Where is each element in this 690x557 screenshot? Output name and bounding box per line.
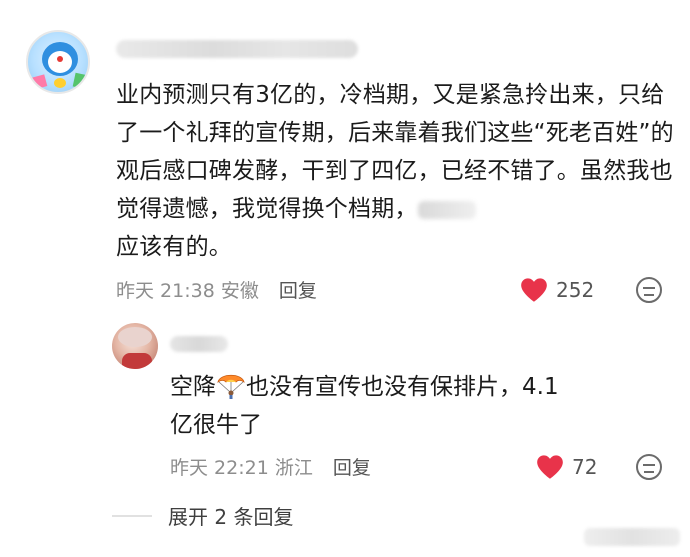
redacted-text bbox=[417, 200, 476, 219]
watermark-blurred bbox=[584, 528, 680, 546]
neutral-face-icon[interactable] bbox=[636, 277, 662, 303]
reply-username-blurred[interactable] bbox=[170, 336, 228, 352]
reply-text: 空降 也没有宣传也没有保排片，4.1亿很牛了 bbox=[170, 368, 580, 444]
like-count: 252 bbox=[556, 278, 595, 302]
comment-text: 业内预测只有3亿的，冷档期，又是紧急拎出来，只给了一个礼拜的宣传期，后来靠着我们… bbox=[116, 76, 676, 266]
parachute-icon bbox=[217, 374, 245, 399]
comment-body: 业内预测只有3亿的，冷档期，又是紧急拎出来，只给了一个礼拜的宣传期，后来靠着我们… bbox=[116, 82, 674, 222]
reply-reply-button[interactable]: 回复 bbox=[333, 457, 371, 479]
reply-location: 浙江 bbox=[274, 457, 313, 479]
reply-body-start: 空降 bbox=[170, 374, 216, 400]
comment-location: 安徽 bbox=[220, 280, 259, 302]
like-button[interactable]: 252 bbox=[520, 277, 594, 303]
comment-time: 昨天 21:38 bbox=[116, 280, 215, 302]
reply-button[interactable]: 回复 bbox=[279, 280, 317, 302]
reply-like-count: 72 bbox=[572, 455, 598, 479]
heart-icon bbox=[537, 455, 563, 479]
divider bbox=[112, 514, 152, 517]
neutral-face-icon[interactable] bbox=[636, 454, 662, 480]
expand-replies-label: 展开 2 条回复 bbox=[168, 505, 294, 529]
avatar[interactable] bbox=[26, 30, 90, 94]
reply-like-button[interactable]: 72 bbox=[536, 454, 597, 480]
heart-icon bbox=[521, 278, 547, 302]
username-blurred[interactable] bbox=[116, 40, 358, 58]
comment-thread: 业内预测只有3亿的，冷档期，又是紧急拎出来，只给了一个礼拜的宣传期，后来靠着我们… bbox=[0, 0, 690, 557]
comment-meta: 昨天 21:38 安徽 回复 bbox=[116, 276, 317, 303]
comment-body-end: 应该有的。 bbox=[116, 234, 232, 260]
reply-meta: 昨天 22:21 浙江 回复 bbox=[170, 453, 371, 480]
reply-time: 昨天 22:21 bbox=[170, 457, 269, 479]
expand-replies-button[interactable]: 展开 2 条回复 bbox=[112, 501, 293, 530]
reply-avatar[interactable] bbox=[112, 323, 158, 369]
